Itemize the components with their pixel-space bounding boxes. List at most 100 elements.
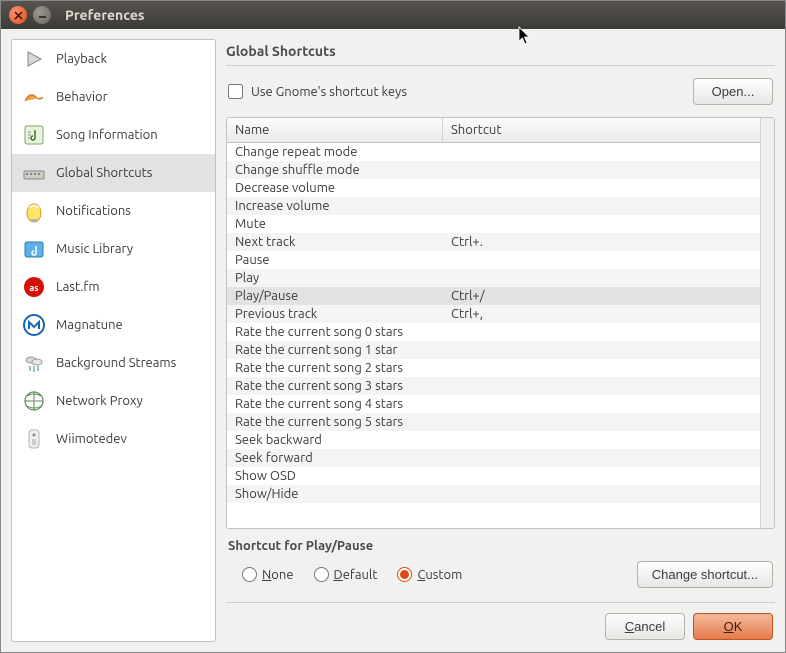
window-minimize-button[interactable]	[33, 6, 51, 24]
cell-shortcut	[443, 144, 760, 160]
cell-name: Rate the current song 0 stars	[227, 324, 443, 340]
table-row[interactable]: Next trackCtrl+.	[227, 233, 760, 251]
table-row[interactable]: Play	[227, 269, 760, 287]
dialog-footer: Cancel OK	[226, 602, 775, 642]
cell-shortcut	[443, 216, 760, 232]
sidebar-item-lastfm[interactable]: as Last.fm	[12, 268, 215, 306]
sidebar-item-background-streams[interactable]: Background Streams	[12, 344, 215, 382]
background-streams-icon	[22, 351, 46, 375]
cell-shortcut	[443, 486, 760, 502]
shortcut-for-heading: Shortcut for Play/Pause	[228, 539, 773, 553]
sidebar-item-music-library[interactable]: Music Library	[12, 230, 215, 268]
use-gnome-checkbox[interactable]	[228, 84, 243, 99]
table-row[interactable]: Seek backward	[227, 431, 760, 449]
table-row[interactable]: Pause	[227, 251, 760, 269]
sidebar-item-network-proxy[interactable]: Network Proxy	[12, 382, 215, 420]
sidebar[interactable]: Playback Behavior Song InformationGlobal S…	[11, 39, 216, 642]
table-row[interactable]: Previous trackCtrl+,	[227, 305, 760, 323]
cell-name: Play/Pause	[227, 288, 443, 304]
sidebar-item-wiimotedev[interactable]: Wiimotedev	[12, 420, 215, 458]
titlebar[interactable]: Preferences	[1, 1, 785, 29]
network-proxy-icon	[22, 389, 46, 413]
table-area: Name Shortcut Change repeat mode Change s…	[227, 118, 760, 528]
radio-custom-input[interactable]	[397, 567, 412, 582]
behavior-icon	[22, 85, 46, 109]
sidebar-item-label: Magnatune	[56, 318, 123, 332]
table-row[interactable]: Show/Hide	[227, 485, 760, 503]
table-row[interactable]: Rate the current song 4 stars	[227, 395, 760, 413]
table-row[interactable]: Show OSD	[227, 467, 760, 485]
table-row[interactable]: Rate the current song 2 stars	[227, 359, 760, 377]
cell-name: Change repeat mode	[227, 144, 443, 160]
table-row[interactable]: Mute	[227, 215, 760, 233]
cell-shortcut	[443, 162, 760, 178]
cell-shortcut	[443, 270, 760, 286]
cell-shortcut: Ctrl+.	[443, 234, 760, 250]
sidebar-item-behavior[interactable]: Behavior	[12, 78, 215, 116]
sidebar-item-label: Background Streams	[56, 356, 176, 370]
shortcuts-table: Name Shortcut Change repeat mode Change s…	[226, 117, 775, 529]
cell-shortcut	[443, 324, 760, 340]
change-shortcut-button[interactable]: Change shortcut...	[637, 561, 773, 588]
column-name[interactable]: Name	[227, 118, 443, 142]
wiimotedev-icon	[22, 427, 46, 451]
use-gnome-checkbox-row[interactable]: Use Gnome's shortcut keys	[228, 84, 407, 99]
cell-name: Play	[227, 270, 443, 286]
sidebar-item-magnatune[interactable]: Magnatune	[12, 306, 215, 344]
table-row[interactable]: Rate the current song 5 stars	[227, 413, 760, 431]
table-row[interactable]: Change shuffle mode	[227, 161, 760, 179]
table-row[interactable]: Rate the current song 1 star	[227, 341, 760, 359]
cell-name: Rate the current song 1 star	[227, 342, 443, 358]
lastfm-icon: as	[22, 275, 46, 299]
table-row[interactable]: Change repeat mode	[227, 143, 760, 161]
cell-shortcut	[443, 198, 760, 214]
table-row[interactable]: Play/PauseCtrl+/	[227, 287, 760, 305]
magnatune-icon	[22, 313, 46, 337]
scrollbar[interactable]	[760, 118, 774, 528]
radio-default-input[interactable]	[314, 567, 329, 582]
sidebar-item-playback[interactable]: Playback	[12, 40, 215, 78]
cell-shortcut	[443, 432, 760, 448]
sidebar-item-notifications[interactable]: Notifications	[12, 192, 215, 230]
global-shortcuts-icon	[22, 161, 46, 185]
table-row[interactable]: Rate the current song 0 stars	[227, 323, 760, 341]
sidebar-item-song-info[interactable]: Song Information	[12, 116, 215, 154]
cell-shortcut	[443, 342, 760, 358]
cell-shortcut	[443, 450, 760, 466]
shortcut-for-section: Shortcut for Play/Pause None Default Cus…	[226, 529, 775, 594]
table-row[interactable]: Seek forward	[227, 449, 760, 467]
cell-shortcut	[443, 468, 760, 484]
cell-shortcut	[443, 378, 760, 394]
sidebar-item-global-shortcuts[interactable]: Global Shortcuts	[12, 154, 215, 192]
cell-shortcut	[443, 360, 760, 376]
cell-name: Change shuffle mode	[227, 162, 443, 178]
radio-default[interactable]: Default	[314, 567, 378, 582]
top-row: Use Gnome's shortcut keys Open...	[226, 72, 775, 111]
radio-none[interactable]: None	[242, 567, 294, 582]
sidebar-item-label: Wiimotedev	[56, 432, 127, 446]
radio-none-input[interactable]	[242, 567, 257, 582]
cell-name: Seek forward	[227, 450, 443, 466]
radio-custom[interactable]: Custom	[397, 567, 462, 582]
cell-name: Next track	[227, 234, 443, 250]
page-title: Global Shortcuts	[226, 39, 775, 63]
window-title: Preferences	[65, 7, 145, 23]
music-library-icon	[22, 237, 46, 261]
table-row[interactable]: Increase volume	[227, 197, 760, 215]
cell-shortcut: Ctrl+/	[443, 288, 760, 304]
open-button[interactable]: Open...	[693, 78, 773, 105]
ok-button[interactable]: OK	[693, 613, 773, 640]
sidebar-item-label: Behavior	[56, 90, 108, 104]
use-gnome-label: Use Gnome's shortcut keys	[251, 85, 407, 99]
window-close-button[interactable]	[9, 6, 27, 24]
cancel-button[interactable]: Cancel	[605, 613, 685, 640]
table-row[interactable]: Rate the current song 3 stars	[227, 377, 760, 395]
table-row[interactable]: Decrease volume	[227, 179, 760, 197]
column-shortcut[interactable]: Shortcut	[443, 118, 760, 142]
cell-name: Show OSD	[227, 468, 443, 484]
cell-shortcut	[443, 252, 760, 268]
cell-shortcut	[443, 414, 760, 430]
divider	[226, 65, 775, 66]
sidebar-item-label: Last.fm	[56, 280, 100, 294]
table-body[interactable]: Change repeat mode Change shuffle modeDec…	[227, 143, 760, 527]
